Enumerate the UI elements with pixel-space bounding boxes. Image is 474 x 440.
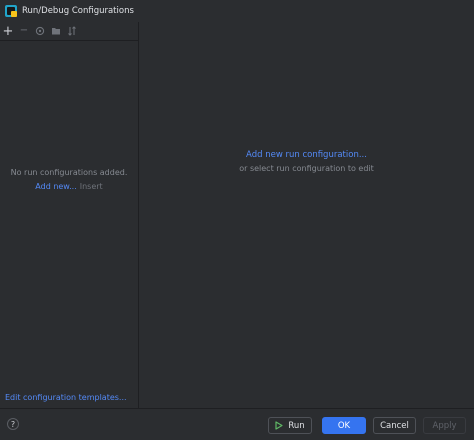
- sort-configurations-button[interactable]: [64, 23, 80, 39]
- run-button[interactable]: Run: [268, 417, 312, 434]
- empty-actions: Add new... Insert: [0, 182, 138, 191]
- copy-icon: [35, 26, 45, 36]
- window-title: Run/Debug Configurations: [22, 6, 134, 16]
- move-to-folder-button[interactable]: [48, 23, 64, 39]
- help-button[interactable]: ?: [7, 418, 19, 430]
- apply-button[interactable]: Apply: [423, 417, 466, 434]
- ok-button-label: OK: [337, 420, 351, 431]
- toolbar-divider: [0, 40, 138, 41]
- apply-button-label: Apply: [432, 420, 457, 431]
- remove-configuration-button[interactable]: −: [16, 23, 32, 39]
- ok-button[interactable]: OK: [322, 417, 366, 434]
- select-configuration-hint: or select run configuration to edit: [239, 164, 374, 173]
- configurations-toolbar: + −: [0, 22, 138, 40]
- help-icon: ?: [10, 419, 16, 429]
- add-configuration-button[interactable]: +: [0, 23, 16, 39]
- configuration-editor-panel: Add new run configuration... or select r…: [139, 22, 474, 408]
- plus-icon: +: [2, 23, 14, 39]
- cancel-button[interactable]: Cancel: [373, 417, 416, 434]
- configurations-tree-panel: + − No run configurations added. Add new…: [0, 22, 138, 408]
- dialog-footer: ? Run OK Cancel Apply: [0, 409, 474, 440]
- add-new-run-configuration-link: Add new run configuration...: [139, 150, 474, 160]
- play-icon: [275, 421, 283, 430]
- folder-icon: [52, 28, 60, 35]
- add-new-link[interactable]: Add new...: [35, 182, 76, 191]
- run-debug-app-icon: [5, 5, 17, 17]
- add-new-shortcut-hint: Insert: [79, 182, 103, 191]
- title-bar: Run/Debug Configurations: [0, 0, 474, 22]
- cancel-button-label: Cancel: [380, 420, 409, 431]
- edit-configuration-templates-link[interactable]: Edit configuration templates...: [5, 393, 127, 402]
- run-button-label: Run: [288, 420, 305, 431]
- sort-icon: [68, 26, 76, 36]
- minus-icon: −: [19, 25, 29, 36]
- add-new-run-configuration-link-text[interactable]: Add new run configuration...: [246, 150, 367, 160]
- empty-configurations-message: No run configurations added.: [10, 168, 128, 177]
- copy-configuration-button[interactable]: [32, 23, 48, 39]
